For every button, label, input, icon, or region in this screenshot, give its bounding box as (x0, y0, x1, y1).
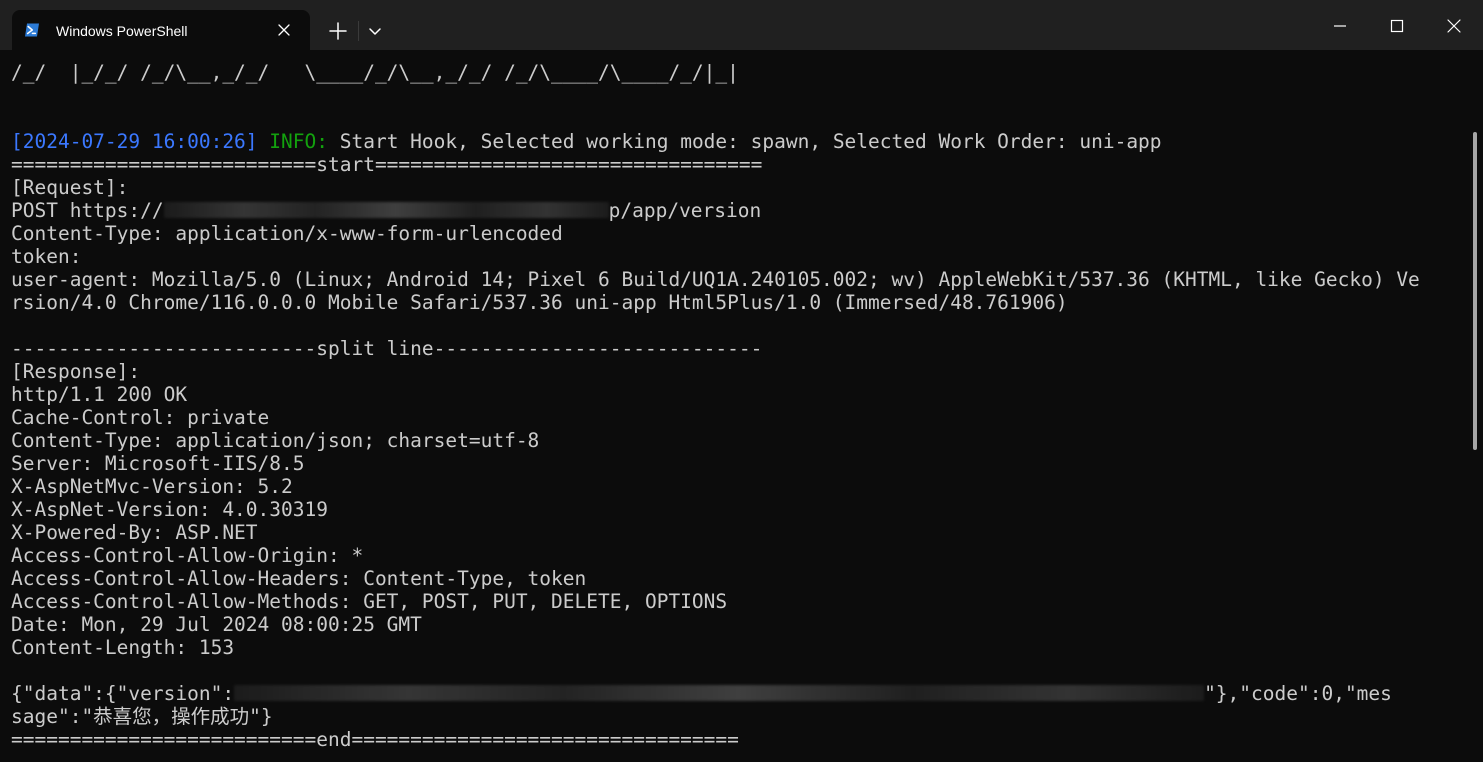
end-separator: ==========================end===========… (11, 728, 739, 751)
tab-windows-powershell[interactable]: Windows PowerShell (12, 10, 310, 50)
response-line: Cache-Control: private (11, 406, 270, 429)
response-line: Access-Control-Allow-Origin: * (11, 544, 364, 567)
chevron-down-icon[interactable] (366, 22, 384, 40)
log-level: INFO: (257, 130, 328, 153)
tab-title: Windows PowerShell (56, 23, 188, 39)
maximize-icon[interactable] (1383, 12, 1411, 40)
powershell-icon (25, 23, 39, 37)
terminal-output[interactable]: /_/ |_/_/ /_/\__,_/_/ \____/_/\__,_/_/ /… (11, 61, 1455, 761)
redacted-body (234, 685, 1205, 701)
response-line: X-AspNetMvc-Version: 5.2 (11, 475, 293, 498)
request-token: token: (11, 245, 82, 268)
ascii-art-line: /_/ |_/_/ /_/\__,_/_/ \____/_/\__,_/_/ /… (11, 61, 739, 84)
request-content-type: Content-Type: application/x-www-form-url… (11, 222, 563, 245)
plus-icon[interactable] (326, 19, 350, 43)
redacted-host (163, 202, 609, 218)
log-message: Start Hook, Selected working mode: spawn… (328, 130, 1162, 153)
minimize-icon[interactable] (1326, 12, 1354, 40)
response-line: Access-Control-Allow-Headers: Content-Ty… (11, 567, 587, 590)
response-line: X-Powered-By: ASP.NET (11, 521, 258, 544)
response-body-line: {"data":{"version": "},"code":0,"mes (11, 682, 1455, 705)
response-line: Access-Control-Allow-Methods: GET, POST,… (11, 590, 728, 613)
response-body-prefix: {"data":{"version": (11, 682, 235, 705)
scrollbar-thumb[interactable] (1473, 132, 1477, 450)
window-close-icon[interactable] (1440, 12, 1468, 40)
response-line: Server: Microsoft-IIS/8.5 (11, 452, 305, 475)
request-line: POST https:// p/app/version (11, 199, 1455, 222)
request-line-prefix: POST https:// (11, 199, 164, 222)
response-header: [Response]: (11, 360, 141, 383)
response-body-suffix: "},"code":0,"mes (1204, 682, 1392, 705)
log-line: [2024-07-29 16:00:26] INFO: Start Hook, … (11, 130, 1455, 153)
user-agent-line: user-agent: Mozilla/5.0 (Linux; Android … (11, 268, 1420, 291)
title-bar: Windows PowerShell (0, 0, 1483, 50)
log-timestamp: [2024-07-29 16:00:26] (11, 130, 258, 153)
request-header: [Request]: (11, 176, 129, 199)
response-line: Date: Mon, 29 Jul 2024 08:00:25 GMT (11, 613, 422, 636)
powershell-window: Windows PowerShell /_/ |_/_/ /_/\__,_/_/… (0, 0, 1483, 762)
tab-separator (358, 21, 359, 41)
user-agent-line-continued: rsion/4.0 Chrome/116.0.0.0 Mobile Safari… (11, 291, 1068, 314)
request-line-suffix: p/app/version (608, 199, 762, 222)
start-separator: ==========================start=========… (11, 153, 763, 176)
response-line: http/1.1 200 OK (11, 383, 188, 406)
response-line: Content-Type: application/json; charset=… (11, 429, 540, 452)
close-icon[interactable] (276, 22, 292, 38)
response-line: Content-Length: 153 (11, 636, 235, 659)
split-line: --------------------------split line----… (11, 337, 763, 360)
response-body-line-continued: sage":"恭喜您，操作成功"} (11, 705, 273, 728)
response-line: X-AspNet-Version: 4.0.30319 (11, 498, 328, 521)
